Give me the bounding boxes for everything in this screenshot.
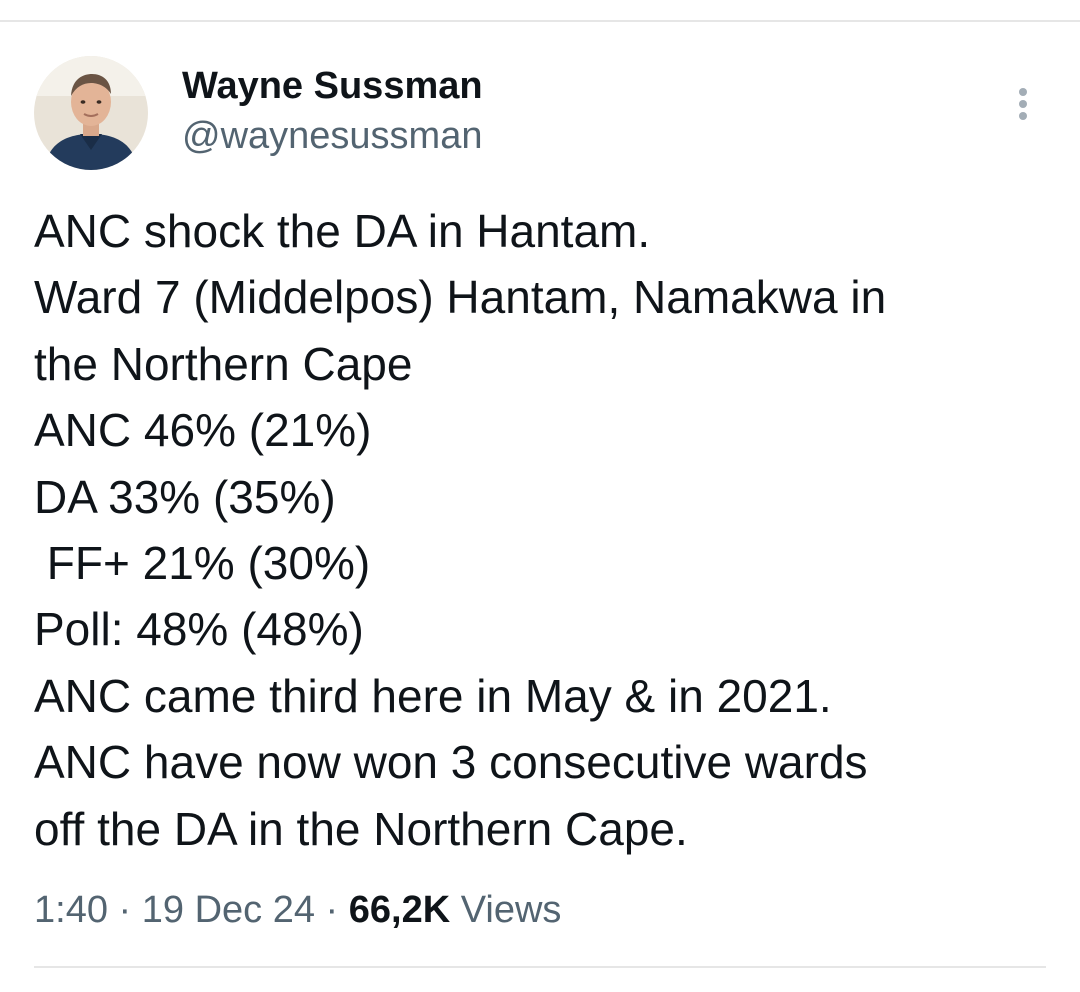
tweet-line: ANC 46% (21%)	[34, 404, 372, 457]
tweet-line: FF+ 21% (30%)	[34, 537, 371, 590]
meta-separator: ·	[118, 889, 132, 931]
meta-separator: ·	[325, 889, 339, 931]
tweet-line: ANC came third here in May & in 2021.	[34, 669, 832, 722]
views-count[interactable]: 66,2K	[349, 889, 450, 931]
views-label[interactable]: Views	[461, 889, 562, 931]
tweet-line: off the DA in the Northern Cape.	[34, 802, 688, 855]
avatar[interactable]	[34, 56, 148, 170]
top-divider	[0, 20, 1080, 22]
tweet-text: ANC shock the DA in Hantam. Ward 7 (Midd…	[34, 198, 1046, 862]
author-display-name[interactable]: Wayne Sussman	[182, 62, 483, 110]
bottom-divider	[34, 966, 1046, 968]
tweet-line: the Northern Cape	[34, 337, 413, 390]
tweet-line: Ward 7 (Middelpos) Hantam, Namakwa in	[34, 271, 887, 324]
more-options-vertical-icon[interactable]	[1008, 84, 1038, 124]
profile-photo-avatar-icon	[34, 56, 148, 170]
tweet-date[interactable]: 19 Dec 24	[142, 889, 315, 931]
tweet-line: DA 33% (35%)	[34, 470, 336, 523]
tweet-line: ANC have now won 3 consecutive wards	[34, 736, 868, 789]
tweet-line: ANC shock the DA in Hantam.	[34, 205, 651, 257]
tweet-meta: 1:40 · 19 Dec 24 · 66,2K Views	[34, 886, 561, 934]
author-handle[interactable]: @waynesussman	[182, 112, 482, 160]
tweet-line: Poll: 48% (48%)	[34, 603, 364, 656]
tweet-time[interactable]: 1:40	[34, 889, 108, 931]
